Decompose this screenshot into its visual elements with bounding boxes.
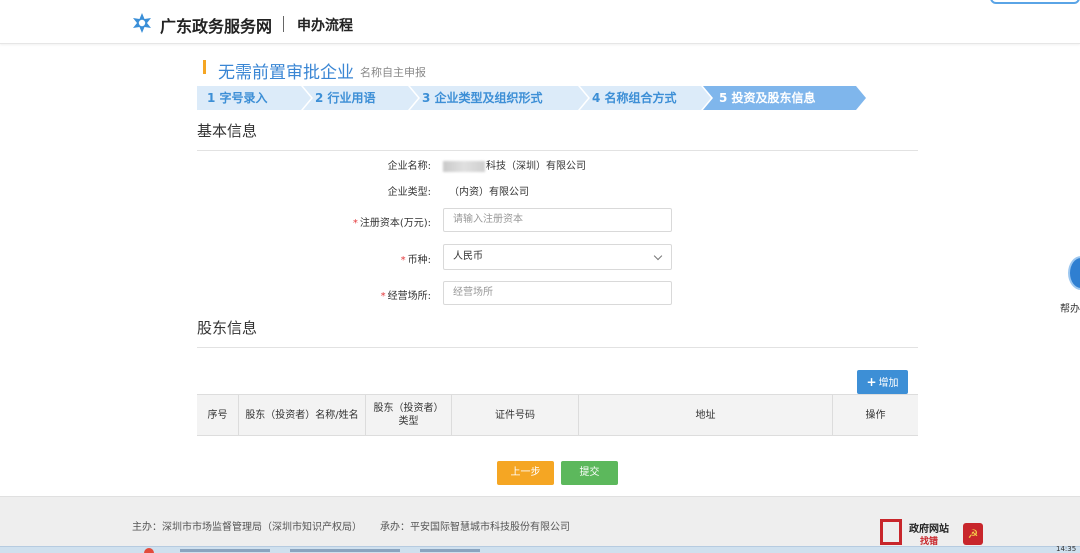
party-emblem-icon[interactable]: ☭ (963, 523, 983, 545)
step-1[interactable]: 1 字号录入 (197, 86, 311, 110)
shareholder-info-divider (197, 347, 918, 348)
header-section-title: 申办流程 (297, 18, 353, 34)
place-label: * 经营场所: (311, 287, 431, 302)
company-name-value: 科技（深圳）有限公司 (443, 157, 586, 172)
chevron-down-icon (653, 251, 663, 261)
plus-icon: + (866, 375, 877, 389)
help-label[interactable]: 帮办 (1060, 300, 1080, 315)
company-name-label: 企业名称: (387, 161, 431, 172)
footer-host: 主办：深圳市市场监督管理局（深圳市知识产权局） (132, 522, 362, 533)
business-place-input[interactable]: 经营场所 (443, 281, 672, 305)
os-taskbar: 14:35 (0, 545, 1080, 553)
company-type-value: （内资）有限公司 (449, 187, 529, 198)
capital-label: * 注册资本(万元): (311, 214, 431, 229)
currency-label: * 币种: (311, 251, 431, 266)
previous-step-button[interactable]: 上一步 (497, 461, 554, 485)
page-title: 无需前置审批企业 (218, 63, 354, 83)
header-corner-element[interactable] (990, 0, 1080, 4)
add-button-label: 增加 (878, 378, 899, 389)
help-assistant-icon[interactable] (1068, 256, 1080, 290)
company-type-label: 企业类型: (387, 187, 431, 198)
taskbar-clock: 14:35 (1056, 545, 1077, 553)
step-2[interactable]: 2 行业用语 (303, 86, 418, 110)
page-footer: 主办：深圳市市场监督管理局（深圳市知识产权局） 承办：平安国际智慧城市科技股份有… (0, 496, 1080, 553)
gov-badge-title: 政府网站 (909, 524, 949, 535)
col-shareholder-name: 股东（投资者）名称/姓名 (239, 395, 366, 435)
registered-capital-input[interactable]: 请输入注册资本 (443, 208, 672, 232)
step-progress-bar: 1 字号录入 2 行业用语 3 企业类型及组织形式 4 名称组合方式 5 投资及… (197, 86, 866, 110)
page-subtitle: 名称自主申报 (360, 66, 426, 79)
col-actions: 操作 (865, 409, 886, 421)
taskbar-item[interactable] (420, 549, 480, 552)
magnifier-icon (880, 519, 902, 545)
required-mark: * (400, 255, 406, 266)
top-header: 广东政务服务网 申办流程 (0, 0, 1080, 44)
company-name-text: 科技（深圳）有限公司 (486, 161, 586, 172)
col-index: 序号 (197, 395, 239, 435)
gov-site-error-badge[interactable]: 政府网站 找错 (880, 517, 952, 547)
taskbar-item[interactable] (180, 549, 270, 552)
col-address: 地址 (579, 395, 833, 435)
taskbar-item[interactable] (290, 549, 400, 552)
header-divider (283, 16, 284, 32)
col-shareholder-type: 股东（投资者）类型 (366, 395, 452, 435)
required-mark: * (380, 291, 386, 302)
currency-select[interactable]: 人民币 (443, 244, 672, 270)
currency-label-text: 币种: (407, 255, 431, 266)
gd-logo-icon[interactable] (131, 12, 153, 34)
place-label-text: 经营场所: (387, 291, 431, 302)
footer-contractor: 承办：平安国际智慧城市科技股份有限公司 (380, 522, 570, 533)
shareholder-info-heading: 股东信息 (197, 319, 258, 337)
site-title[interactable]: 广东政务服务网 (160, 13, 272, 37)
capital-label-text: 注册资本(万元): (359, 218, 431, 229)
required-mark: * (352, 218, 358, 229)
basic-info-divider (197, 150, 918, 151)
browser-taskbar-icon[interactable] (144, 548, 154, 553)
title-accent-bar (203, 60, 206, 74)
step-5-active[interactable]: 5 投资及股东信息 (703, 86, 866, 110)
col-id-number: 证件号码 (452, 395, 579, 435)
shareholder-table-header: 序号 股东（投资者）名称/姓名 股东（投资者）类型 证件号码 地址 操作 (197, 394, 918, 436)
step-4[interactable]: 4 名称组合方式 (580, 86, 711, 110)
basic-info-heading: 基本信息 (197, 122, 258, 140)
step-3[interactable]: 3 企业类型及组织形式 (410, 86, 588, 110)
add-shareholder-button[interactable]: + 增加 (857, 370, 908, 394)
redacted-name-block (443, 160, 485, 172)
submit-button[interactable]: 提交 (561, 461, 618, 485)
currency-selected-value: 人民币 (453, 251, 483, 262)
